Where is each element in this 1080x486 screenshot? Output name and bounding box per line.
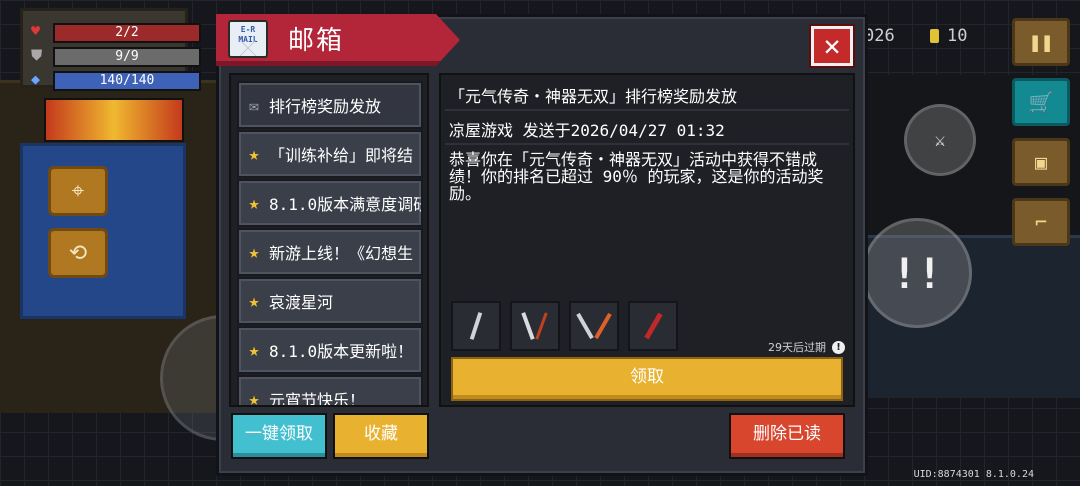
attachment-item[interactable] bbox=[451, 301, 501, 351]
sword-icon bbox=[576, 312, 594, 340]
mail-list-item-label: 排行榜奖励发放 bbox=[269, 97, 382, 116]
envelope-icon: ✉ bbox=[249, 95, 259, 115]
mail-list-item[interactable]: ★ 哀渡星河 bbox=[237, 277, 423, 325]
mail-list-item-label: 「训练补给」即将结 bbox=[269, 146, 414, 165]
mail-list-item-label: 元宵节快乐！ bbox=[269, 391, 366, 407]
location-pin-icon: ⌖ bbox=[71, 178, 85, 204]
claim-all-button[interactable]: 一键领取 bbox=[231, 413, 327, 459]
pause-button[interactable]: ❚❚ bbox=[1012, 18, 1070, 66]
mail-list-item-label: 哀渡星河 bbox=[269, 293, 334, 312]
sword-icon bbox=[521, 312, 535, 340]
uid-label: UID:8874301 8.1.0.24 bbox=[913, 469, 1034, 480]
mail-list-item[interactable]: ★ 8.1.0版本更新啦！ bbox=[237, 326, 423, 374]
mail-list-item[interactable]: ★ 新游上线！《幻想生 bbox=[237, 228, 423, 276]
id-card-icon: ▣ bbox=[1034, 150, 1048, 174]
refresh-icon: ⟲ bbox=[68, 240, 88, 266]
armor-value: 9/9 bbox=[115, 49, 139, 64]
hp-bar: ♥ 2/2 bbox=[31, 23, 201, 43]
mail-list-item[interactable]: ★ 「训练补给」即将结 bbox=[237, 130, 423, 178]
mail-body: 恭喜你在「元气传奇・神器无双」活动中获得不错成绩！你的排名已超过 90％ 的玩家… bbox=[449, 150, 824, 203]
hp-value: 2/2 bbox=[115, 25, 139, 40]
location-pin-button[interactable]: ⌖ bbox=[48, 166, 108, 216]
info-icon[interactable]: ! bbox=[832, 340, 845, 354]
event-banner[interactable] bbox=[44, 98, 184, 142]
mail-list[interactable]: ✉ 排行榜奖励发放 ★ 「训练补给」即将结 ★ 8.1.0版本满意度调研 ★ 新… bbox=[229, 73, 429, 407]
gem-count: 026 bbox=[864, 26, 895, 46]
coin-icon bbox=[930, 29, 939, 43]
star-icon: ★ bbox=[248, 388, 260, 407]
close-icon: ✕ bbox=[823, 29, 841, 62]
sword-icon bbox=[469, 312, 483, 340]
cart-icon: 🛒 bbox=[1028, 90, 1054, 114]
profile-card-button[interactable]: ▣ bbox=[1012, 138, 1070, 186]
expire-text: 29天后过期 bbox=[768, 341, 826, 354]
claim-button[interactable]: 领取 bbox=[451, 357, 843, 401]
armor-bar: ⛊ 9/9 bbox=[31, 47, 201, 67]
star-icon: ★ bbox=[248, 192, 260, 214]
star-icon: ★ bbox=[248, 143, 260, 165]
sword-icon bbox=[643, 312, 663, 340]
star-icon: ★ bbox=[248, 241, 260, 263]
skill-icon: !! bbox=[891, 248, 943, 298]
mail-list-item[interactable]: ✉ 排行榜奖励发放 bbox=[237, 81, 423, 129]
delete-read-button[interactable]: 删除已读 bbox=[729, 413, 845, 459]
weapon-switch-button[interactable]: ⚔ bbox=[904, 104, 976, 176]
mail-detail: 「元气传奇・神器无双」排行榜奖励发放 凉屋游戏 发送于2026/04/27 01… bbox=[439, 73, 855, 407]
expire-note: 29天后过期 ! bbox=[768, 339, 845, 355]
energy-value: 140/140 bbox=[99, 73, 155, 88]
energy-bar: ◆ 140/140 bbox=[31, 71, 201, 91]
refresh-button[interactable]: ⟲ bbox=[48, 228, 108, 278]
star-icon: ★ bbox=[248, 290, 260, 312]
divider bbox=[445, 109, 849, 111]
mail-list-item-label: 8.1.0版本满意度调研 bbox=[269, 195, 421, 214]
mail-sender: 凉屋游戏 发送于2026/04/27 01:32 bbox=[449, 121, 725, 140]
weapon-icon: ⚔ bbox=[934, 129, 946, 151]
attachment-item[interactable] bbox=[510, 301, 560, 351]
gem-counter: 026 bbox=[864, 26, 895, 46]
mail-list-item[interactable]: ★ 元宵节快乐！ bbox=[237, 375, 423, 407]
coin-count: 10 bbox=[947, 26, 968, 46]
mail-icon: E-R MAIL bbox=[228, 20, 268, 58]
mail-list-item-label: 新游上线！《幻想生 bbox=[269, 244, 414, 263]
close-button[interactable]: ✕ bbox=[811, 26, 853, 66]
player-hud: ♥ 2/2 ⛊ 9/9 ◆ 140/140 bbox=[20, 8, 201, 91]
mail-list-item-label: 8.1.0版本更新啦！ bbox=[269, 342, 414, 361]
heart-icon: ♥ bbox=[31, 22, 41, 40]
mail-subject: 「元气传奇・神器无双」排行榜奖励发放 bbox=[449, 87, 738, 106]
title-ribbon: E-R MAIL 邮箱 bbox=[216, 14, 460, 66]
favorite-button[interactable]: 收藏 bbox=[333, 413, 429, 459]
attachment-item[interactable] bbox=[628, 301, 678, 351]
stairs-icon: ⌐ bbox=[1034, 210, 1048, 234]
divider bbox=[445, 143, 849, 145]
stairs-button[interactable]: ⌐ bbox=[1012, 198, 1070, 246]
diamond-icon: ◆ bbox=[31, 70, 41, 88]
attachment-row bbox=[451, 301, 678, 351]
coin-counter: 10 bbox=[930, 26, 967, 46]
skill-button[interactable]: !! bbox=[862, 218, 972, 328]
shop-button[interactable]: 🛒 bbox=[1012, 78, 1070, 126]
star-icon: ★ bbox=[248, 339, 260, 361]
mail-list-item[interactable]: ★ 8.1.0版本满意度调研 bbox=[237, 179, 423, 227]
pause-icon: ❚❚ bbox=[1028, 30, 1054, 54]
mailbox-dialog: E-R MAIL 邮箱 ✕ ✉ 排行榜奖励发放 ★ 「训练补给」即将结 ★ 8.… bbox=[216, 14, 868, 476]
dialog-title: 邮箱 bbox=[288, 26, 345, 56]
shield-icon: ⛊ bbox=[31, 46, 43, 64]
attachment-item[interactable] bbox=[569, 301, 619, 351]
